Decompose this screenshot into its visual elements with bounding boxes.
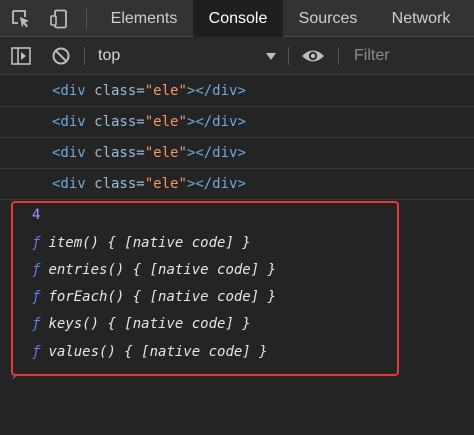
toolbar-divider xyxy=(84,47,85,65)
html-tag-open: <div xyxy=(52,176,86,192)
function-marker-icon: ƒ xyxy=(32,262,41,278)
function-output: forEach() { [native code] } xyxy=(48,289,277,305)
context-selector-value: top xyxy=(98,47,121,64)
html-tag-close: ></div> xyxy=(186,83,246,99)
html-tag-open: <div xyxy=(52,114,86,130)
toolbar-divider xyxy=(338,47,339,65)
html-tag-close: ></div> xyxy=(186,176,246,192)
function-output: values() { [native code] } xyxy=(48,344,268,360)
html-attribute-value: "ele" xyxy=(144,83,187,99)
html-tag-close: ></div> xyxy=(186,145,246,161)
html-attribute-name: class= xyxy=(85,176,145,192)
html-tag-open: <div xyxy=(52,145,86,161)
devtools-tab-bar: Elements Console Sources Network xyxy=(0,0,474,37)
device-toolbar-icon[interactable] xyxy=(44,0,74,37)
console-log-row[interactable]: 4 xyxy=(0,200,474,231)
show-sidebar-icon[interactable] xyxy=(6,37,36,75)
toolbar-divider xyxy=(288,47,289,65)
filter-input[interactable] xyxy=(346,43,474,69)
html-attribute-value: "ele" xyxy=(144,145,187,161)
function-marker-icon: ƒ xyxy=(32,344,41,360)
function-marker-icon: ƒ xyxy=(32,235,41,251)
console-log-row[interactable]: <div class="ele"></div> xyxy=(0,76,474,107)
tab-network[interactable]: Network xyxy=(376,0,466,37)
html-tag-open: <div xyxy=(52,83,86,99)
number-output: 4 xyxy=(32,207,41,223)
function-output: item() { [native code] } xyxy=(48,235,251,251)
console-log-row[interactable]: <div class="ele"></div> xyxy=(0,107,474,138)
context-selector[interactable]: top xyxy=(90,43,286,69)
console-log-row[interactable]: ƒ values() { [native code] } xyxy=(0,337,474,368)
html-attribute-name: class= xyxy=(85,145,145,161)
console-log-row[interactable]: <div class="ele"></div> xyxy=(0,138,474,169)
clear-console-icon[interactable] xyxy=(46,37,76,75)
console-output: <div class="ele"></div> <div class="ele"… xyxy=(0,76,474,435)
inspect-element-icon[interactable] xyxy=(6,0,36,37)
html-attribute-name: class= xyxy=(85,114,145,130)
live-expression-eye-icon[interactable] xyxy=(298,37,328,75)
console-log-row[interactable]: ƒ keys() { [native code] } xyxy=(0,309,474,340)
tab-sources[interactable]: Sources xyxy=(286,0,370,37)
tab-console[interactable]: Console xyxy=(193,0,283,37)
function-marker-icon: ƒ xyxy=(32,316,41,332)
devtools-window: Elements Console Sources Network top Fil… xyxy=(0,0,474,435)
function-output: keys() { [native code] } xyxy=(48,316,251,332)
html-attribute-value: "ele" xyxy=(144,176,187,192)
function-output: entries() { [native code] } xyxy=(48,262,277,278)
console-prompt[interactable]: › xyxy=(10,368,18,384)
html-attribute-value: "ele" xyxy=(144,114,187,130)
console-toolbar: top xyxy=(0,37,474,75)
html-attribute-name: class= xyxy=(85,83,145,99)
dropdown-caret-icon xyxy=(266,53,276,60)
tab-bar-divider xyxy=(86,9,87,29)
function-marker-icon: ƒ xyxy=(32,289,41,305)
console-log-row[interactable]: <div class="ele"></div> xyxy=(0,169,474,200)
html-tag-close: ></div> xyxy=(186,114,246,130)
tab-elements[interactable]: Elements xyxy=(96,0,192,37)
